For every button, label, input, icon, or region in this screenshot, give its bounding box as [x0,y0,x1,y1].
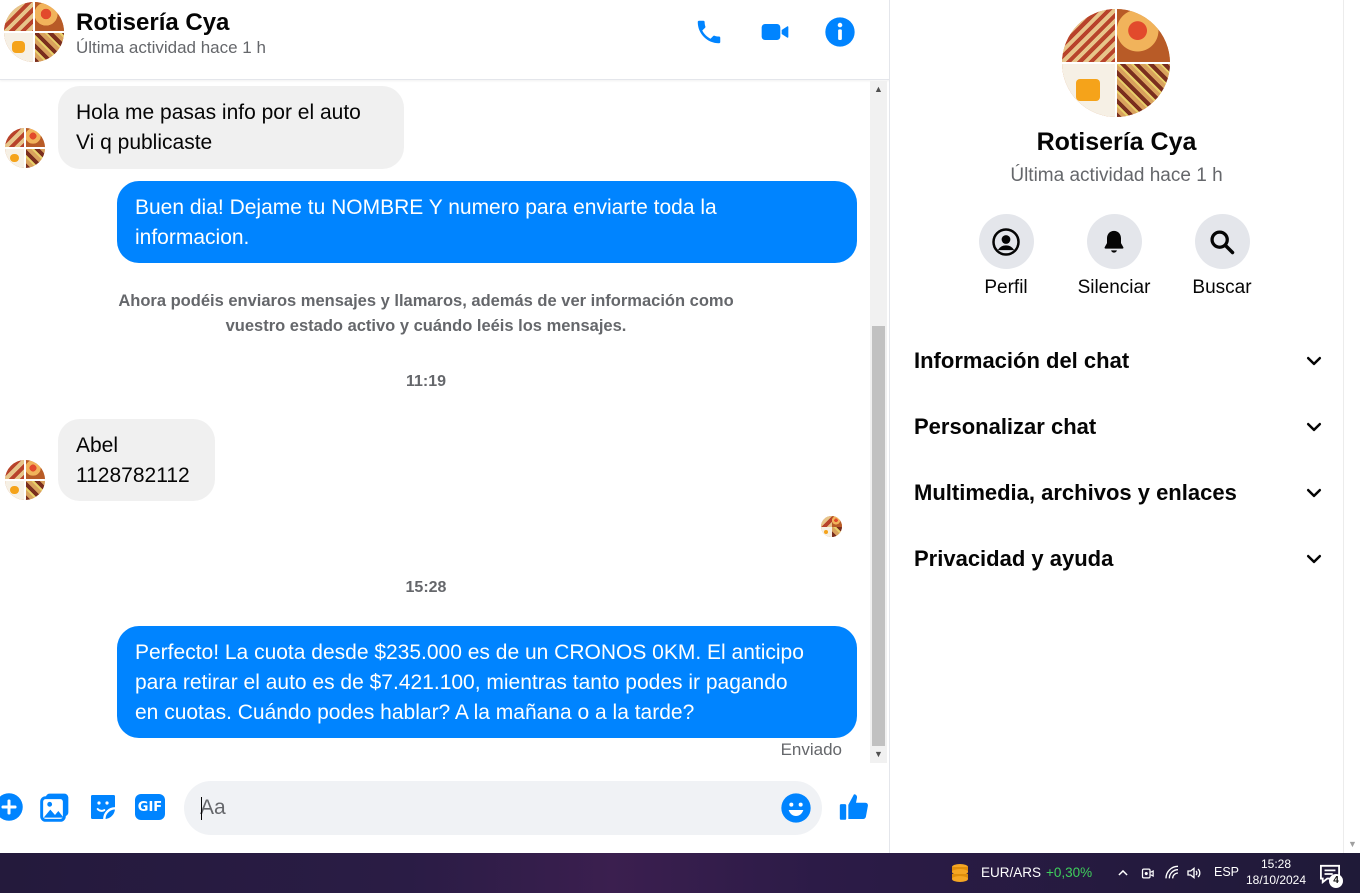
page-scrollbar[interactable]: ▼ [1343,0,1360,853]
scroll-down-arrow-icon[interactable]: ▼ [1344,836,1360,853]
profile-action-label: Perfil [984,277,1028,298]
volume-icon[interactable] [1185,864,1203,882]
contact-name[interactable]: Rotisería Cya [76,9,229,37]
wifi-icon[interactable] [1163,864,1181,882]
incoming-message[interactable]: Abel 1128782112 [58,419,215,501]
gif-label: GIF [137,799,163,815]
bell-icon [1104,230,1124,253]
video-camera-icon [761,24,789,40]
contact-status: Última actividad hace 1 h [76,38,266,57]
sent-status: Enviado [780,740,842,759]
emoji-button[interactable] [779,791,813,825]
section-customize-chat[interactable]: Personalizar chat [914,405,1324,449]
video-call-button[interactable] [758,15,792,49]
message-line: Hola me pasas info por el auto [76,101,361,124]
system-notice-line: vuestro estado activo y cuándo leéis los… [225,317,627,335]
message-line: en cuotas. Cuándo podes hablar? A la mañ… [135,701,695,724]
incoming-message[interactable]: Hola me pasas info por el auto Vi q publ… [58,86,404,169]
outgoing-message[interactable]: Buen dia! Dejame tu NOMBRE Y numero para… [117,181,857,263]
search-action-label: Buscar [1192,277,1252,298]
notification-count-badge: 4 [1329,874,1343,888]
clock-time: 15:28 [1260,857,1292,871]
message-line: Vi q publicaste [76,131,213,154]
section-title: Personalizar chat [914,414,1097,439]
chevron-down-icon [1306,356,1322,366]
message-line: Buen dia! Dejame tu NOMBRE Y numero para… [135,196,717,219]
profile-status: Última actividad hace 1 h [1010,165,1223,186]
mute-action-button[interactable]: Silenciar [1069,214,1159,299]
message-input-container[interactable] [184,781,822,835]
search-action-circle [1194,214,1250,269]
message-line: Perfecto! La cuota desde $235.000 es de … [135,641,804,664]
sender-avatar[interactable] [5,460,45,500]
outgoing-message[interactable]: Perfecto! La cuota desde $235.000 es de … [117,626,857,738]
system-clock[interactable]: 15:28 18/10/2024 [1240,856,1312,888]
section-chat-info[interactable]: Información del chat [914,339,1324,383]
section-privacy-help[interactable]: Privacidad y ayuda [914,537,1324,581]
messenger-app: Rotisería Cya Última actividad hace 1 h [0,0,1360,893]
more-actions-button[interactable] [0,790,26,824]
scroll-thumb[interactable] [872,326,885,746]
section-title: Multimedia, archivos y enlaces [914,480,1237,505]
composer: GIF [0,770,890,850]
info-icon [825,17,855,47]
conversation-info-button[interactable] [823,15,857,49]
sender-avatar[interactable] [5,128,45,168]
gif-button[interactable]: GIF [133,790,167,824]
gallery-icon [40,793,69,822]
message-timestamp: 15:28 [405,579,447,596]
search-action-button[interactable]: Buscar [1177,214,1267,299]
emoji-icon [781,793,811,823]
chat-header: Rotisería Cya Última actividad hace 1 h [0,0,890,80]
message-line: para retirar el auto es de $7.421.100, m… [135,671,788,694]
profile-avatar[interactable] [1062,9,1170,117]
windows-taskbar: EUR/ARS +0,30% ESP 15:28 18/10/2024 4 [0,853,1360,893]
thumbs-up-icon [839,794,868,820]
read-receipt-avatar [821,516,842,537]
section-title: Información del chat [914,348,1130,373]
attach-photo-button[interactable] [38,790,72,824]
profile-icon [992,227,1020,256]
chat-panel: Rotisería Cya Última actividad hace 1 h [0,0,890,853]
phone-icon [697,20,721,44]
chevron-down-icon [1306,422,1322,432]
currency-pair[interactable]: EUR/ARS [981,865,1041,880]
sticker-icon [91,795,116,820]
mute-action-label: Silenciar [1077,277,1151,298]
sticker-button[interactable] [86,790,120,824]
message-line: 1128782112 [76,464,190,487]
scroll-up-arrow-icon[interactable]: ▲ [870,81,887,98]
mute-action-circle [1086,214,1142,269]
input-language[interactable]: ESP [1214,865,1239,879]
call-button[interactable] [692,15,726,49]
profile-action-button[interactable]: Perfil [961,214,1051,299]
message-line: informacion. [135,226,250,249]
text-caret [201,797,202,820]
message-line: Abel [76,434,119,457]
scroll-down-arrow-icon[interactable]: ▼ [870,746,887,763]
profile-name: Rotisería Cya [1036,128,1197,156]
search-icon [1210,229,1235,254]
chevron-down-icon [1306,488,1322,498]
gif-icon: GIF [135,794,165,820]
chevron-up-icon[interactable] [1114,864,1132,882]
system-notice: Ahora podéis enviaros mensajes y llamaro… [90,289,762,339]
conversation-info-panel: Rotisería Cya Última actividad hace 1 h … [890,0,1343,853]
chevron-down-icon [1306,554,1322,564]
system-notice-line: Ahora podéis enviaros mensajes y llamaro… [118,292,734,310]
section-title: Privacidad y ayuda [914,546,1114,571]
contact-avatar[interactable] [4,2,64,62]
meet-now-icon[interactable] [1138,864,1156,882]
coins-icon[interactable] [948,861,972,885]
message-input[interactable] [200,781,760,835]
message-timestamp: 11:19 [405,373,447,390]
add-icon [0,793,23,821]
send-like-button[interactable] [837,790,871,824]
clock-date: 18/10/2024 [1245,873,1307,887]
message-scrollbar[interactable]: ▲ ▼ [870,81,887,763]
profile-action-circle [978,214,1034,269]
message-list: Hola me pasas info por el auto Vi q publ… [0,81,870,763]
section-media-files-links[interactable]: Multimedia, archivos y enlaces [914,471,1324,515]
currency-change: +0,30% [1046,865,1093,880]
